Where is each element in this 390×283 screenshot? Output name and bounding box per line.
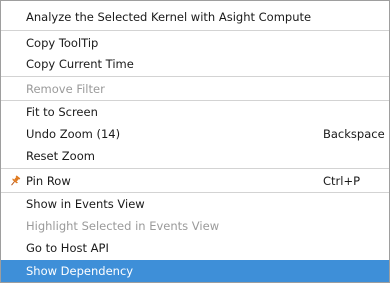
- menu-item-remove-filter: Remove Filter: [1, 78, 389, 100]
- menu-item-shortcut: Ctrl+P: [323, 174, 361, 188]
- menu-item-label: Go to Host API: [26, 241, 109, 255]
- menu-item-label: Show in Events View: [26, 197, 145, 211]
- menu-item-label: Reset Zoom: [26, 149, 95, 163]
- menu-item-reset-zoom[interactable]: Reset Zoom: [1, 145, 389, 167]
- menu-item-show-in-events-view[interactable]: Show in Events View: [1, 193, 389, 215]
- menu-item-shortcut: Backspace: [323, 127, 385, 141]
- menu-item-label: Remove Filter: [26, 82, 105, 96]
- menu-item-pin-row[interactable]: Pin Row Ctrl+P: [1, 170, 389, 192]
- menu-item-go-to-host-api[interactable]: Go to Host API: [1, 237, 389, 259]
- menu-item-fit-to-screen[interactable]: Fit to Screen: [1, 101, 389, 123]
- menu-item-label: Copy Current Time: [26, 57, 134, 71]
- menu-item-label: Undo Zoom (14): [26, 127, 121, 141]
- pin-icon: [11, 175, 21, 186]
- menu-separator: [1, 168, 389, 169]
- menu-separator: [1, 30, 389, 31]
- menu-item-label: Fit to Screen: [26, 105, 98, 119]
- menu-item-label: Highlight Selected in Events View: [26, 219, 220, 233]
- menu-item-label: Pin Row: [26, 174, 71, 188]
- menu-item-label: Show Dependency: [26, 264, 134, 278]
- menu-item-label: Analyze the Selected Kernel with Asight …: [26, 10, 312, 24]
- menu-item-undo-zoom[interactable]: Undo Zoom (14) Backspace: [1, 123, 389, 145]
- menu-item-copy-tooltip[interactable]: Copy ToolTip: [1, 32, 389, 54]
- menu-separator: [1, 76, 389, 77]
- menu-item-highlight-selected-in-events-view: Highlight Selected in Events View: [1, 215, 389, 237]
- context-menu: Analyze the Selected Kernel with Asight …: [0, 0, 390, 283]
- menu-item-analyze-kernel[interactable]: Analyze the Selected Kernel with Asight …: [1, 6, 389, 28]
- menu-item-label: Copy ToolTip: [26, 36, 99, 50]
- menu-item-copy-current-time[interactable]: Copy Current Time: [1, 53, 389, 75]
- menu-item-show-dependency[interactable]: Show Dependency: [1, 260, 389, 282]
